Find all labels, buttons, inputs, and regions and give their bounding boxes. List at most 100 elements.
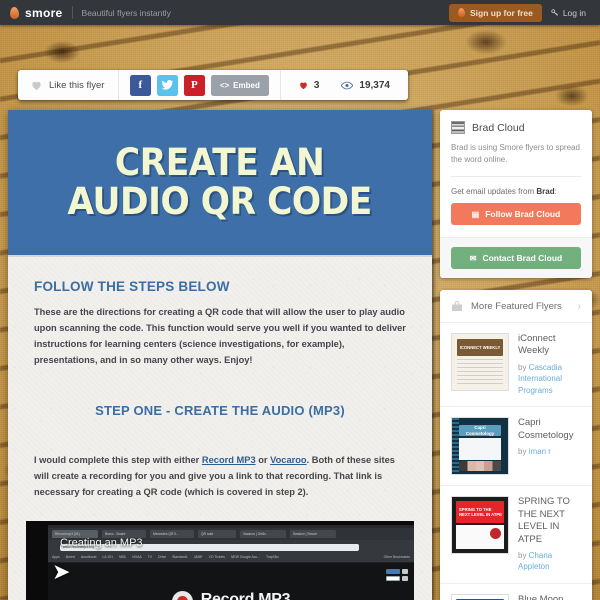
- list-item[interactable]: SPRING TO THE NEXT LEVEL IN ATPE SPRING …: [440, 486, 592, 585]
- flame-icon-small: [457, 7, 466, 18]
- step-one-text-mid: or: [255, 454, 271, 465]
- contact-button-label: Contact Brad Cloud: [482, 253, 563, 263]
- thumbnail-inner: [459, 438, 501, 461]
- like-this-flyer-button[interactable]: Like this flyer: [18, 70, 119, 100]
- heart-filled-icon: [299, 82, 307, 89]
- facebook-share-button[interactable]: f: [129, 74, 151, 96]
- smore-logo[interactable]: smore: [25, 6, 63, 20]
- bookmark-item: Standard1: [172, 555, 188, 560]
- id-card-icon: ▤: [471, 209, 480, 219]
- pinterest-share-button[interactable]: P: [183, 74, 205, 96]
- bookmark-item: LA 101: [102, 555, 114, 560]
- count-bubble: [402, 575, 408, 581]
- follow-button[interactable]: ▤ Follow Brad Cloud: [451, 203, 581, 225]
- flyer-thumbnail: Blue Moon Cafe: [451, 594, 509, 600]
- divider: [451, 176, 581, 177]
- like-label: Like this flyer: [49, 79, 105, 91]
- author-name: Brad Cloud: [472, 121, 525, 134]
- embed-label: Embed: [233, 80, 260, 90]
- email-updates-label: Get email updates from Brad:: [451, 187, 581, 196]
- share-buttons-group: f P <> Embed: [119, 70, 281, 100]
- author-avatar: [451, 121, 465, 134]
- bookmark-item: NBC: [119, 555, 127, 560]
- views-count: 19,374: [359, 79, 390, 91]
- bookmark-item: NOAA: [132, 555, 142, 560]
- follow-button-label: Follow Brad Cloud: [485, 209, 561, 219]
- flyer-thumbnail: ICONNECT WEEKLY: [451, 333, 509, 391]
- contact-button[interactable]: ✉ Contact Brad Cloud: [451, 247, 581, 269]
- right-sidebar: Brad Cloud Brad is using Smore flyers to…: [440, 110, 592, 600]
- record-mp3-branding: Record MP3 The easiest way to record and…: [201, 591, 291, 600]
- embed-button[interactable]: <> Embed: [210, 74, 269, 96]
- flyer-info: iConnect Weekly by Cascadia Internationa…: [518, 333, 581, 396]
- list-item[interactable]: Blue Moon Cafe Blue Moon Cafe by Zaplace…: [440, 584, 592, 600]
- chevron-right-icon[interactable]: ›: [578, 301, 581, 312]
- author-card: Brad Cloud Brad is using Smore flyers to…: [440, 110, 592, 278]
- flyer-title: Blue Moon Cafe: [518, 594, 564, 600]
- thumbnail-band: Capri Cosmetology: [459, 425, 501, 437]
- sign-up-label: Sign up for free: [470, 7, 533, 18]
- browser-tab: Mercedes QR 0..: [150, 529, 194, 538]
- featured-flyers-title: More Featured Flyers: [471, 301, 562, 312]
- flyer-body: FOLLOW THE STEPS BELOW These are the dir…: [8, 257, 432, 501]
- email-updates-name: Brad: [536, 187, 555, 196]
- thumbnail-lines: [457, 359, 503, 386]
- flyer-info: SPRING TO THE NEXT LEVEL IN ATPE by Chan…: [518, 496, 581, 573]
- flyer-thumbnail: Capri Cosmetology: [451, 417, 509, 476]
- bag-icon: [452, 301, 462, 311]
- flyer-title: Capri Cosmetology: [518, 417, 574, 441]
- log-in-label: Log in: [562, 7, 586, 18]
- play-arrow-icon[interactable]: ➤: [52, 560, 70, 583]
- featured-flyers-header[interactable]: More Featured Flyers ›: [440, 290, 592, 323]
- twitter-share-button[interactable]: [156, 74, 178, 96]
- facebook-icon: f: [138, 79, 143, 91]
- flyer-title: CREATE AN AUDIO QR CODE: [67, 140, 373, 223]
- section-body-follow-steps: These are the directions for creating a …: [34, 307, 406, 365]
- video-title-overlay: Creating an MP3: [60, 536, 143, 549]
- record-mp3-link[interactable]: Record MP3: [202, 455, 256, 465]
- by-prefix: by: [518, 550, 529, 560]
- twitter-bird-icon: [161, 80, 174, 90]
- record-dot-icon: [171, 591, 193, 600]
- bookmark-item: JAMF: [193, 555, 203, 560]
- bookmark-item: VO Tickets: [208, 555, 225, 560]
- contact-section: ✉ Contact Brad Cloud: [440, 237, 592, 278]
- log-in-link[interactable]: Log in: [551, 8, 590, 18]
- author-description: Brad is using Smore flyers to spread the…: [451, 143, 580, 164]
- thumbnail-band: ICONNECT WEEKLY: [457, 339, 503, 356]
- bookmark-item: Drive: [158, 555, 167, 560]
- facebook-like-widget: [386, 568, 400, 574]
- eye-icon: [341, 81, 354, 89]
- section-heading-step-one: STEP ONE - CREATE THE AUDIO (MP3): [95, 402, 345, 418]
- list-item[interactable]: ICONNECT WEEKLY iConnect Weekly by Casca…: [440, 323, 592, 408]
- by-prefix: by: [518, 362, 529, 372]
- sign-up-button[interactable]: Sign up for free: [449, 3, 542, 22]
- bookmark-item: cloudburst: [80, 555, 97, 560]
- video-embed[interactable]: Record mp3 (01) Bravo - Board Mercedes Q…: [26, 520, 414, 600]
- heart-icon: [32, 81, 41, 90]
- video-bookmarks-bar: Apps Bored cloudburst LA 101 NBC NOAA TV…: [52, 554, 410, 561]
- code-brackets-icon: <>: [219, 80, 230, 90]
- tweet-widget: [386, 575, 400, 581]
- vocaroo-link[interactable]: Vocaroo: [270, 455, 307, 465]
- flyer-action-toolbar: Like this flyer f P <> Embed 3 19,374: [18, 70, 408, 100]
- by-prefix: by: [518, 447, 529, 457]
- flyer-card: CREATE AN AUDIO QR CODE FOLLOW THE STEPS…: [8, 110, 432, 600]
- tagline: Beautiful flyers instantly: [81, 7, 171, 18]
- section-heading-follow-steps: FOLLOW THE STEPS BELOW: [34, 279, 230, 294]
- likes-stat: 3: [299, 79, 320, 91]
- flyer-author: by iman r: [518, 446, 581, 458]
- list-item[interactable]: Capri Cosmetology Capri Cosmetology by i…: [440, 407, 592, 487]
- video-page-content: Record MP3 The easiest way to record and…: [48, 562, 414, 600]
- flyer-author-link[interactable]: iman r: [529, 447, 551, 456]
- other-bookmarks-label: Other Bookmarks: [383, 555, 410, 560]
- pinterest-icon: P: [190, 79, 198, 91]
- flyer-thumbnail: SPRING TO THE NEXT LEVEL IN ATPE: [451, 496, 509, 555]
- flyer-title: SPRING TO THE NEXT LEVEL IN ATPE: [518, 496, 570, 545]
- step-one-text-part1: I would complete this step with either: [34, 454, 202, 465]
- browser-tab: QR note: [198, 529, 236, 538]
- section-body-step-one: I would complete this step with either R…: [34, 453, 406, 501]
- flyer-hero: CREATE AN AUDIO QR CODE: [8, 110, 432, 257]
- likes-count: 3: [313, 79, 320, 91]
- share-row: [386, 568, 408, 574]
